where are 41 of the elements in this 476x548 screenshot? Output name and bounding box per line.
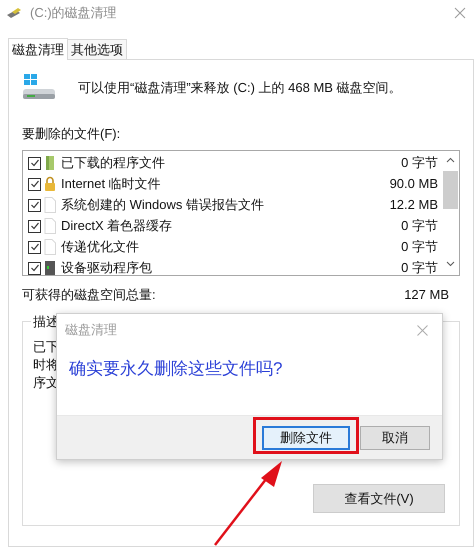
view-files-button[interactable]: 查看文件(V) [313, 484, 445, 513]
file-size: 0 字节 [401, 217, 438, 236]
file-name: 系统创建的 Windows 错误报告文件 [61, 196, 264, 214]
scroll-up-icon[interactable] [446, 156, 455, 162]
checkbox[interactable] [28, 240, 41, 254]
lock-icon [44, 176, 56, 192]
tab[interactable]: 其他选项 [68, 39, 127, 59]
summary-text: 可以使用“磁盘清理”来释放 (C:) 上的 468 MB 磁盘空间。 [78, 79, 402, 98]
file-size: 0 字节 [401, 238, 438, 256]
dialog-question: 确实要永久删除这些文件吗? [69, 358, 282, 380]
checkbox[interactable] [28, 262, 41, 274]
file-name: DirectX 着色器缓存 [61, 217, 172, 236]
dialog-button[interactable]: 取消 [360, 426, 430, 450]
file-name: 已下载的程序文件 [61, 154, 165, 172]
files-label: 要删除的文件(F): [22, 125, 120, 143]
document-icon [44, 218, 56, 234]
file-name: Internet 临时文件 [61, 175, 161, 194]
file-size: 12.2 MB [390, 196, 438, 214]
scroll-thumb[interactable] [443, 170, 458, 208]
close-icon[interactable] [454, 7, 466, 19]
file-size: 90.0 MB [390, 175, 438, 194]
file-name: 设备驱动程序包 [61, 259, 152, 278]
scroll-down-icon[interactable] [446, 260, 455, 266]
dialog-button[interactable]: 删除文件 [262, 426, 350, 450]
total-value: 127 MB [404, 286, 449, 304]
file-size: 0 字节 [401, 154, 438, 172]
file-size: 0 字节 [401, 259, 438, 278]
disk-cleanup-icon [6, 7, 22, 19]
file-name: 传递优化文件 [61, 238, 139, 256]
document-icon [44, 197, 56, 213]
checkbox[interactable] [28, 198, 41, 212]
folder-icon [44, 155, 56, 171]
dialog-title: 磁盘清理 [65, 321, 117, 340]
device-icon [44, 260, 56, 276]
total-label: 可获得的磁盘空间总量: [22, 286, 156, 304]
checkbox[interactable] [28, 178, 41, 190]
tab[interactable]: 磁盘清理 [8, 38, 68, 60]
checkbox[interactable] [28, 156, 41, 170]
checkbox[interactable] [28, 220, 41, 232]
window-title: (C:)的磁盘清理 [30, 4, 117, 22]
document-icon [44, 239, 56, 255]
